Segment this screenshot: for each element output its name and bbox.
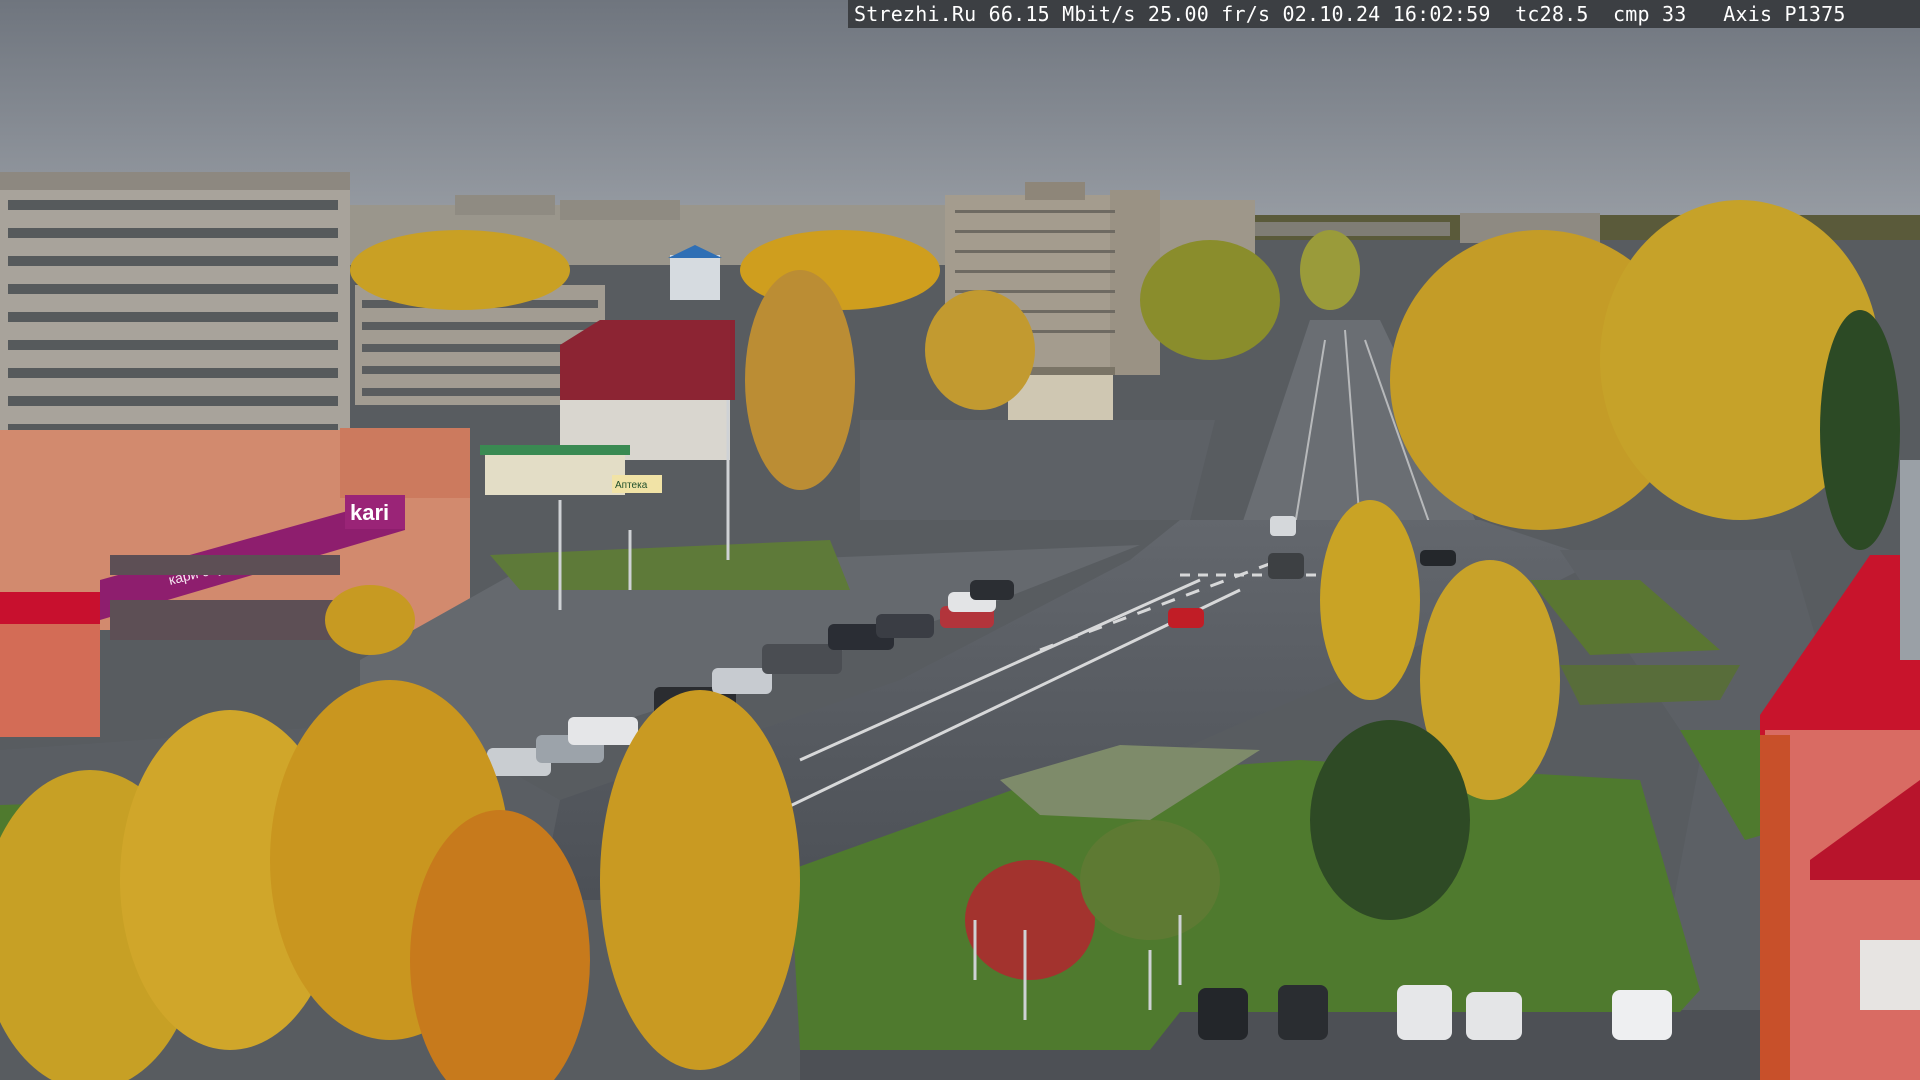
overlay-site: Strezhi.Ru: [854, 2, 977, 26]
overlay-date: 02.10.24: [1282, 2, 1381, 26]
overlay-camera: Axis P1375: [1723, 2, 1846, 26]
overlay-cmp: cmp 33: [1613, 2, 1687, 26]
lawn-right-mid: [1560, 665, 1740, 705]
pharmacy-sign: Аптека: [615, 480, 648, 491]
overlay-time: 16:02:59: [1392, 2, 1491, 26]
overlay-bitrate: 66.15 Mbit/s: [988, 2, 1136, 26]
overlay-framerate: 25.00 fr/s: [1147, 2, 1271, 26]
store-logo: kari: [350, 500, 389, 525]
central-square: [860, 420, 1215, 520]
overlay-tc: tc28.5: [1515, 2, 1589, 26]
camera-info-overlay: Strezhi.Ru 66.15 Mbit/s 25.00 fr/s 02.10…: [848, 0, 1920, 28]
camera-scene: Аптека kari кари обувь: [0, 0, 1920, 1080]
